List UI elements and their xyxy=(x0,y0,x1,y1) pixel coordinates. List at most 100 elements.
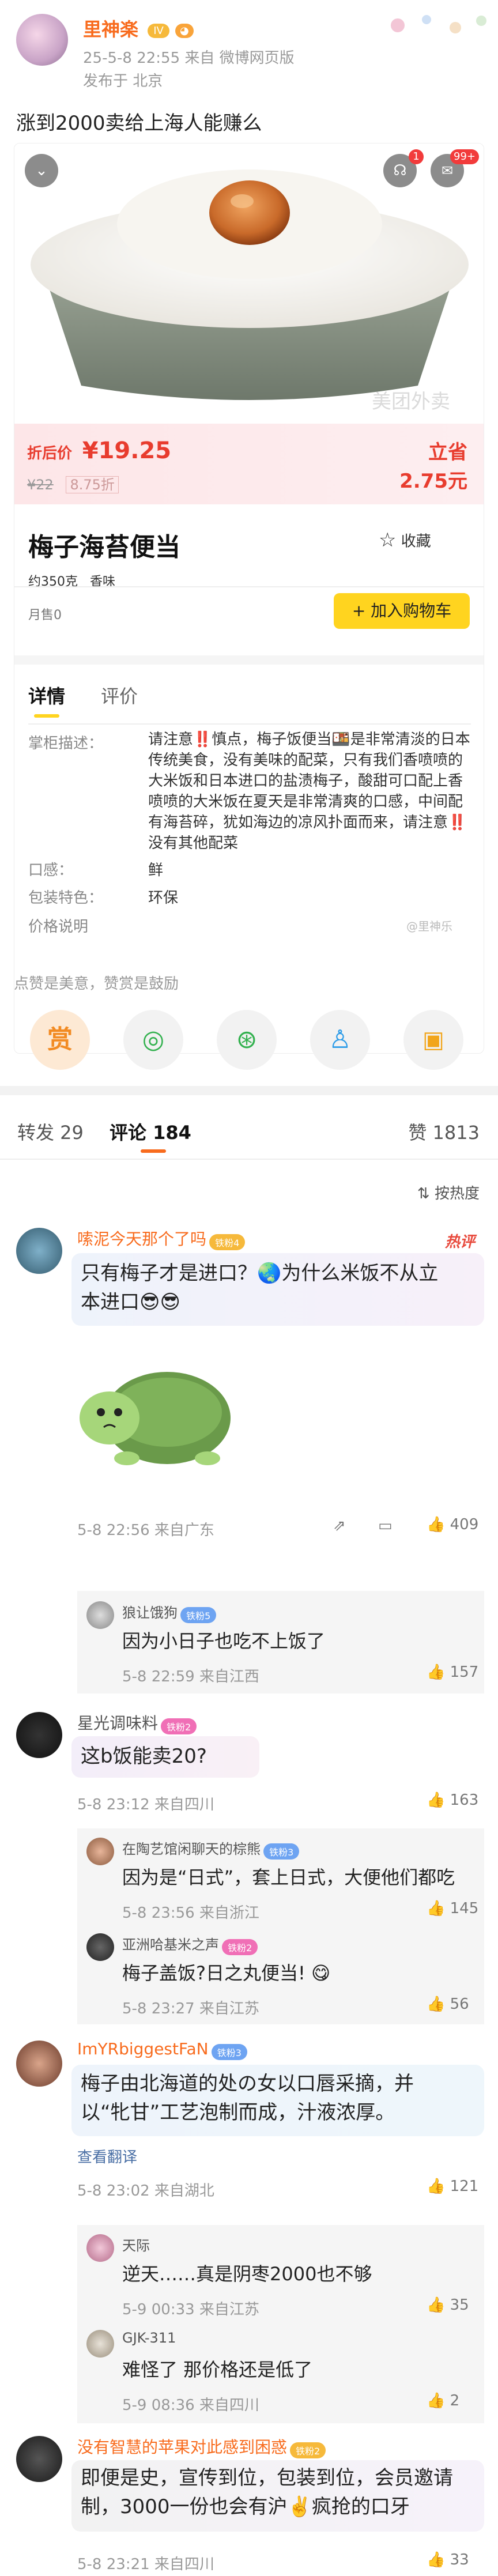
image-share-icon[interactable]: ▣ xyxy=(403,1010,463,1070)
like-button[interactable]: 👍 33 xyxy=(427,2551,469,2569)
like-icon: 👍 xyxy=(427,2392,450,2409)
discount-price-label: 折后价 xyxy=(27,445,73,462)
like-icon: 👍 xyxy=(427,1996,450,2013)
comment-time: 5-8 23:21 来自四川 xyxy=(77,2556,214,2573)
watermark: 美团外卖 xyxy=(372,390,450,413)
moments-share-icon[interactable]: ⊛ xyxy=(217,1010,277,1070)
author-name[interactable]: 里神楽 xyxy=(83,18,138,40)
weibo-watermark: @里神乐 xyxy=(406,919,452,933)
commenter-avatar[interactable] xyxy=(16,1228,62,1274)
cart-count-badge: 1 xyxy=(409,149,424,164)
commenter-name[interactable]: 狼让饿狗 xyxy=(122,1605,178,1621)
star-icon: ☆ xyxy=(379,529,397,552)
like-icon: 👍 xyxy=(427,2178,450,2195)
translate-link[interactable]: 查看翻译 xyxy=(77,2145,137,2167)
divider xyxy=(28,723,471,725)
like-button[interactable]: 👍 56 xyxy=(427,1996,469,2013)
wechat-share-icon[interactable]: ◎ xyxy=(123,1010,183,1070)
reply-header: 天际 xyxy=(122,2234,150,2254)
price-note-label[interactable]: 价格说明 xyxy=(28,915,88,936)
commenter-name[interactable]: 嗦泥今天那个了吗 xyxy=(77,1229,206,1249)
comment-time: 5-8 23:02 来自湖北 xyxy=(77,2182,214,2200)
like-icon: 👍 xyxy=(427,2551,450,2569)
comment-text: 梅子盖饭?日之丸便当! 😋 xyxy=(122,1962,331,1984)
sort-label: 按热度 xyxy=(434,1185,480,1202)
comment-item: 没有智慧的苹果对此感到困惑 铁粉2 即便是史，宣传到位，包装到位，会员邀请制，3… xyxy=(0,2430,498,2576)
comment-text: 梅子由北海道的处の女以口唇采摘，并以“牝甘”工艺泡制而成，汁液浓厚。 xyxy=(81,2072,414,2124)
commenter-name[interactable]: GJK-311 xyxy=(122,2330,176,2346)
reply-header: 狼让饿狗 铁粉5 xyxy=(122,1601,217,1623)
product-screenshot[interactable]: ⌄ ☊ 1 ✉ 99+ 美团外卖 折后价 ¥19.25 ¥22 8.75折 立省… xyxy=(14,143,484,1054)
like-button[interactable]: 👍 2 xyxy=(427,2392,459,2409)
post-text: 涨到2000卖给上海人能赚么 xyxy=(16,112,262,135)
pack-value: 环保 xyxy=(148,889,179,907)
author-avatar[interactable] xyxy=(16,14,68,66)
comment-time: 5-9 00:33 来自江苏 xyxy=(122,2301,259,2318)
fan-badge: 铁粉5 xyxy=(180,1606,217,1623)
monthly-sold: 月售0 xyxy=(28,608,62,623)
commenter-avatar[interactable] xyxy=(16,2436,62,2482)
comment-text: 即便是史，宣传到位，包装到位，会员邀请制，3000一份也会有沪✌️疯抢的口牙 xyxy=(81,2466,453,2518)
collapse-chevron-icon[interactable]: ⌄ xyxy=(25,154,58,187)
vip-icon: ◕ xyxy=(175,23,194,38)
commenter-name[interactable]: 天际 xyxy=(122,2238,150,2254)
commenter-avatar[interactable] xyxy=(16,1712,62,1758)
share-icon[interactable]: ⇗ xyxy=(333,1517,346,1534)
tab-review[interactable]: 评价 xyxy=(101,682,138,708)
commenter-name[interactable]: 在陶艺馆闲聊天的棕熊 xyxy=(122,1841,261,1857)
fan-badge: 铁粉4 xyxy=(209,1234,246,1250)
like-button[interactable]: 👍 121 xyxy=(427,2178,478,2195)
comment-header: ImYRbiggestFaN 铁粉3 xyxy=(77,2039,247,2060)
commenter-avatar[interactable] xyxy=(86,2234,114,2262)
weibo-post-page: 里神楽 IV ◕ 25-5-8 22:55 来自 微博网页版 发布于 北京 涨到… xyxy=(0,0,498,2576)
comment-time: 5-8 22:59 来自江西 xyxy=(122,1668,259,1685)
reply-header: 亚洲哈基米之声 铁粉2 xyxy=(122,1933,258,1955)
like-icon: 👍 xyxy=(427,2296,450,2314)
reward-button[interactable]: 赏 xyxy=(30,1010,90,1070)
product-title: 梅子海苔便当 xyxy=(28,533,180,562)
tab-comment[interactable]: 评论 184 xyxy=(110,1118,191,1145)
like-button[interactable]: 👍 163 xyxy=(427,1791,478,1809)
like-button[interactable]: 👍 145 xyxy=(427,1900,478,1917)
reply-item: 狼让饿狗 铁粉5 因为小日子也吃不上饭了 5-8 22:59 来自江西 👍 15… xyxy=(0,1597,498,1695)
qq-share-icon[interactable]: ♙ xyxy=(310,1010,370,1070)
like-count: 35 xyxy=(450,2296,469,2314)
like-button[interactable]: 👍 35 xyxy=(427,2296,469,2314)
like-count: 145 xyxy=(450,1900,479,1917)
tab-repost[interactable]: 转发 29 xyxy=(17,1118,84,1145)
tab-like[interactable]: 赞 1813 xyxy=(408,1118,480,1145)
decor-flower-icon xyxy=(380,8,496,43)
commenter-name[interactable]: ImYRbiggestFaN xyxy=(77,2039,209,2058)
like-count: 157 xyxy=(450,1664,479,1681)
discount-rate: 8.75折 xyxy=(66,476,119,493)
fan-badge: 铁粉2 xyxy=(290,2442,326,2458)
commenter-avatar[interactable] xyxy=(86,1933,114,1961)
fan-badge: 铁粉3 xyxy=(263,1843,300,1860)
taste-label: 口感： xyxy=(28,862,74,879)
message-count-badge: 99+ xyxy=(450,149,479,164)
favorite-button[interactable]: ☆ 收藏 xyxy=(379,529,431,552)
comment-item: 嗦泥今天那个了吗 铁粉4 热评 只有梅子才是进口？🌏为什么米饭不从立本进口😎😎 … xyxy=(0,1216,498,1585)
comment-text: 这b饭能卖20? xyxy=(81,1745,207,1768)
commenter-name[interactable]: 星光调味料 xyxy=(77,1714,158,1733)
comment-time: 5-8 22:56 来自广东 xyxy=(77,1522,214,1539)
rice-bowl-image: ⌄ ☊ 1 ✉ 99+ 美团外卖 xyxy=(14,144,484,424)
commenter-avatar[interactable] xyxy=(86,1838,114,1865)
comment-time: 5-9 08:36 来自四川 xyxy=(122,2397,259,2414)
post-time: 25-5-8 22:55 来自 微博网页版 xyxy=(83,50,295,67)
hot-comment-tag: 热评 xyxy=(444,1234,475,1251)
like-button[interactable]: 👍 409 xyxy=(427,1516,478,1533)
like-button[interactable]: 👍 157 xyxy=(427,1664,478,1681)
commenter-name[interactable]: 亚洲哈基米之声 xyxy=(122,1937,219,1953)
commenter-name[interactable]: 没有智慧的苹果对此感到困惑 xyxy=(77,2438,287,2457)
reply-icon[interactable]: ▭ xyxy=(378,1517,393,1534)
tab-detail[interactable]: 详情 xyxy=(28,682,65,708)
add-to-cart-button[interactable]: + 加入购物车 xyxy=(334,593,470,629)
comment-item: 星光调味料 铁粉2 这b饭能卖20? 5-8 23:12 来自四川 👍 163 xyxy=(0,1706,498,1821)
commenter-avatar[interactable] xyxy=(86,2330,114,2358)
comment-header: 嗦泥今天那个了吗 铁粉4 xyxy=(77,1227,246,1250)
commenter-avatar[interactable] xyxy=(16,2041,62,2087)
commenter-avatar[interactable] xyxy=(86,1601,114,1629)
comment-time: 5-8 23:27 来自江苏 xyxy=(122,2000,259,2017)
sort-toggle[interactable]: ⇅ 按热度 xyxy=(417,1182,480,1203)
